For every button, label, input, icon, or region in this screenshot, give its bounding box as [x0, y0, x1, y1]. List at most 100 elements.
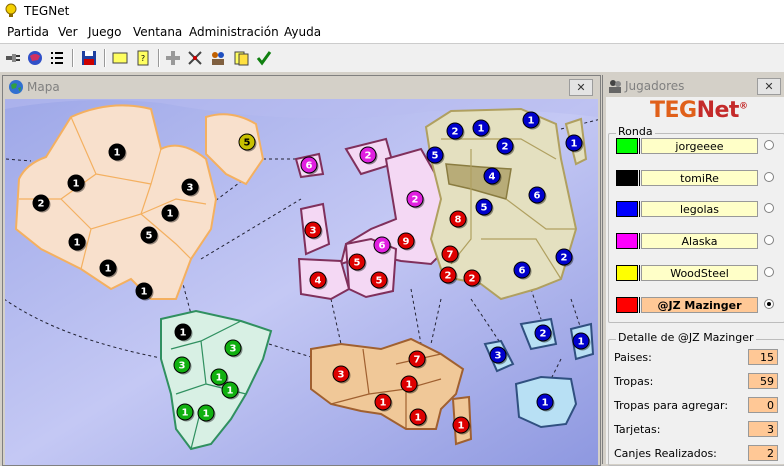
- army-count: 1: [180, 328, 187, 339]
- army-count: 3: [338, 370, 345, 381]
- menu-ayuda[interactable]: Ayuda: [284, 25, 321, 39]
- player-name: jorgeeee: [641, 138, 758, 154]
- regroup-button[interactable]: [208, 48, 228, 68]
- player-color-swatch: #000000: [616, 170, 638, 186]
- army-count: 3: [187, 183, 194, 194]
- exchange-cards-button[interactable]: ?: [133, 48, 153, 68]
- army-count: 2: [502, 142, 509, 153]
- army-count: 2: [412, 195, 419, 206]
- player-row[interactable]: #ffff00WoodSteel: [616, 264, 776, 284]
- detail-label: Tropas:: [614, 375, 654, 388]
- player-divider: [639, 233, 640, 249]
- player-turn-radio[interactable]: [764, 172, 774, 182]
- army-count: 3: [495, 351, 502, 362]
- detail-label: Paises:: [614, 351, 652, 364]
- army-count: 6: [379, 241, 386, 252]
- army-count: 1: [380, 398, 387, 409]
- player-color-swatch: #ff0000: [616, 297, 638, 313]
- detalle-label: Detalle de @JZ Mazinger: [616, 331, 756, 344]
- attack-button[interactable]: [185, 48, 205, 68]
- army-count: 2: [469, 274, 476, 285]
- card-exchange-icon: ?: [137, 50, 149, 66]
- army-count: 6: [534, 191, 541, 202]
- player-divider: [639, 265, 640, 281]
- army-count: 7: [447, 250, 454, 261]
- army-count: 3: [310, 226, 317, 237]
- soldiers-icon: [212, 52, 224, 65]
- cards-button[interactable]: [110, 48, 130, 68]
- army-count: 5: [244, 138, 251, 149]
- detail-row: Paises: 15: [614, 348, 778, 368]
- player-row[interactable]: #0000fflegolas: [616, 200, 776, 220]
- army-count: 2: [38, 199, 45, 210]
- player-turn-radio[interactable]: [764, 235, 774, 245]
- army-count: 1: [141, 287, 148, 298]
- players-panel: TEGNet® Ronda #00ff00jorgeeee#000000tomi…: [606, 97, 784, 466]
- army-count: 5: [432, 151, 439, 162]
- detail-label: Canjes Realizados:: [614, 447, 717, 460]
- army-count: 1: [406, 380, 413, 391]
- player-row[interactable]: #00ff00jorgeeee: [616, 137, 776, 157]
- army-count: 1: [73, 179, 80, 190]
- army-count: 1: [216, 373, 223, 384]
- player-color-swatch: #00ff00: [616, 138, 638, 154]
- army-count: 2: [365, 151, 372, 162]
- map-close-button[interactable]: ✕: [569, 79, 593, 96]
- menu-ver[interactable]: Ver: [58, 25, 78, 39]
- menu-partida[interactable]: Partida: [7, 25, 49, 39]
- cards-stack-icon: [234, 51, 249, 66]
- disconnect-button[interactable]: [25, 48, 45, 68]
- army-count: 2: [452, 127, 459, 138]
- army-count: 5: [376, 276, 383, 287]
- list-button[interactable]: [47, 48, 67, 68]
- world-map[interactable]: 1123151115622638957452221211545626133111…: [5, 99, 598, 465]
- map-window-titlebar: Mapa ✕: [3, 76, 600, 98]
- ronda-group: [608, 133, 784, 323]
- players-icon: [609, 80, 621, 93]
- plus-icon: [166, 51, 180, 65]
- army-count: 1: [74, 238, 81, 249]
- player-name: WoodSteel: [641, 265, 758, 281]
- player-turn-radio[interactable]: [764, 140, 774, 150]
- checkmark-icon: [256, 51, 272, 66]
- add-troops-button[interactable]: [163, 48, 183, 68]
- player-color-swatch: #ffff00: [616, 265, 638, 281]
- army-count: 1: [542, 398, 549, 409]
- title-bar: TEGNet: [0, 0, 784, 22]
- end-turn-button[interactable]: [254, 48, 274, 68]
- map-window: Mapa ✕ 1 1 2 3 1 5 1 1 1 5 6 2 2 6 3 8 9…: [2, 75, 601, 466]
- player-divider: [639, 297, 640, 313]
- player-turn-radio[interactable]: [764, 203, 774, 213]
- army-count: 3: [179, 361, 186, 372]
- globe-icon: [9, 80, 23, 94]
- players-close-button[interactable]: ✕: [757, 78, 781, 95]
- army-count: 5: [481, 203, 488, 214]
- army-count: 1: [528, 116, 535, 127]
- connect-button[interactable]: [3, 48, 23, 68]
- player-name: tomiRe: [641, 170, 758, 186]
- army-count: 7: [414, 355, 421, 366]
- menu-administracion[interactable]: Administración: [189, 25, 279, 39]
- svg-text:?: ?: [141, 54, 145, 63]
- army-count: 6: [519, 266, 526, 277]
- player-turn-radio[interactable]: [764, 267, 774, 277]
- player-row[interactable]: #ff0000@JZ Mazinger: [616, 296, 776, 316]
- army-count: 9: [403, 237, 410, 248]
- player-row[interactable]: #ff00ffAlaska: [616, 232, 776, 252]
- window-title: TEGNet: [24, 4, 70, 18]
- menu-juego[interactable]: Juego: [88, 25, 122, 39]
- tegnet-logo: TEGNet®: [650, 98, 748, 123]
- players-window-title: Jugadores: [625, 79, 685, 93]
- players-window: Jugadores ✕ TEGNet® Ronda #00ff00jorgeee…: [602, 75, 784, 466]
- player-divider: [639, 138, 640, 154]
- player-row[interactable]: #000000tomiRe: [616, 169, 776, 189]
- detail-value: 3: [748, 421, 778, 437]
- save-button[interactable]: [79, 48, 99, 68]
- army-count: 2: [561, 253, 568, 264]
- map-window-title: Mapa: [27, 80, 60, 94]
- player-name: @JZ Mazinger: [641, 297, 758, 313]
- army-count: 1: [105, 264, 112, 275]
- menu-ventana[interactable]: Ventana: [133, 25, 182, 39]
- player-turn-radio[interactable]: [764, 299, 774, 309]
- get-card-button[interactable]: [231, 48, 251, 68]
